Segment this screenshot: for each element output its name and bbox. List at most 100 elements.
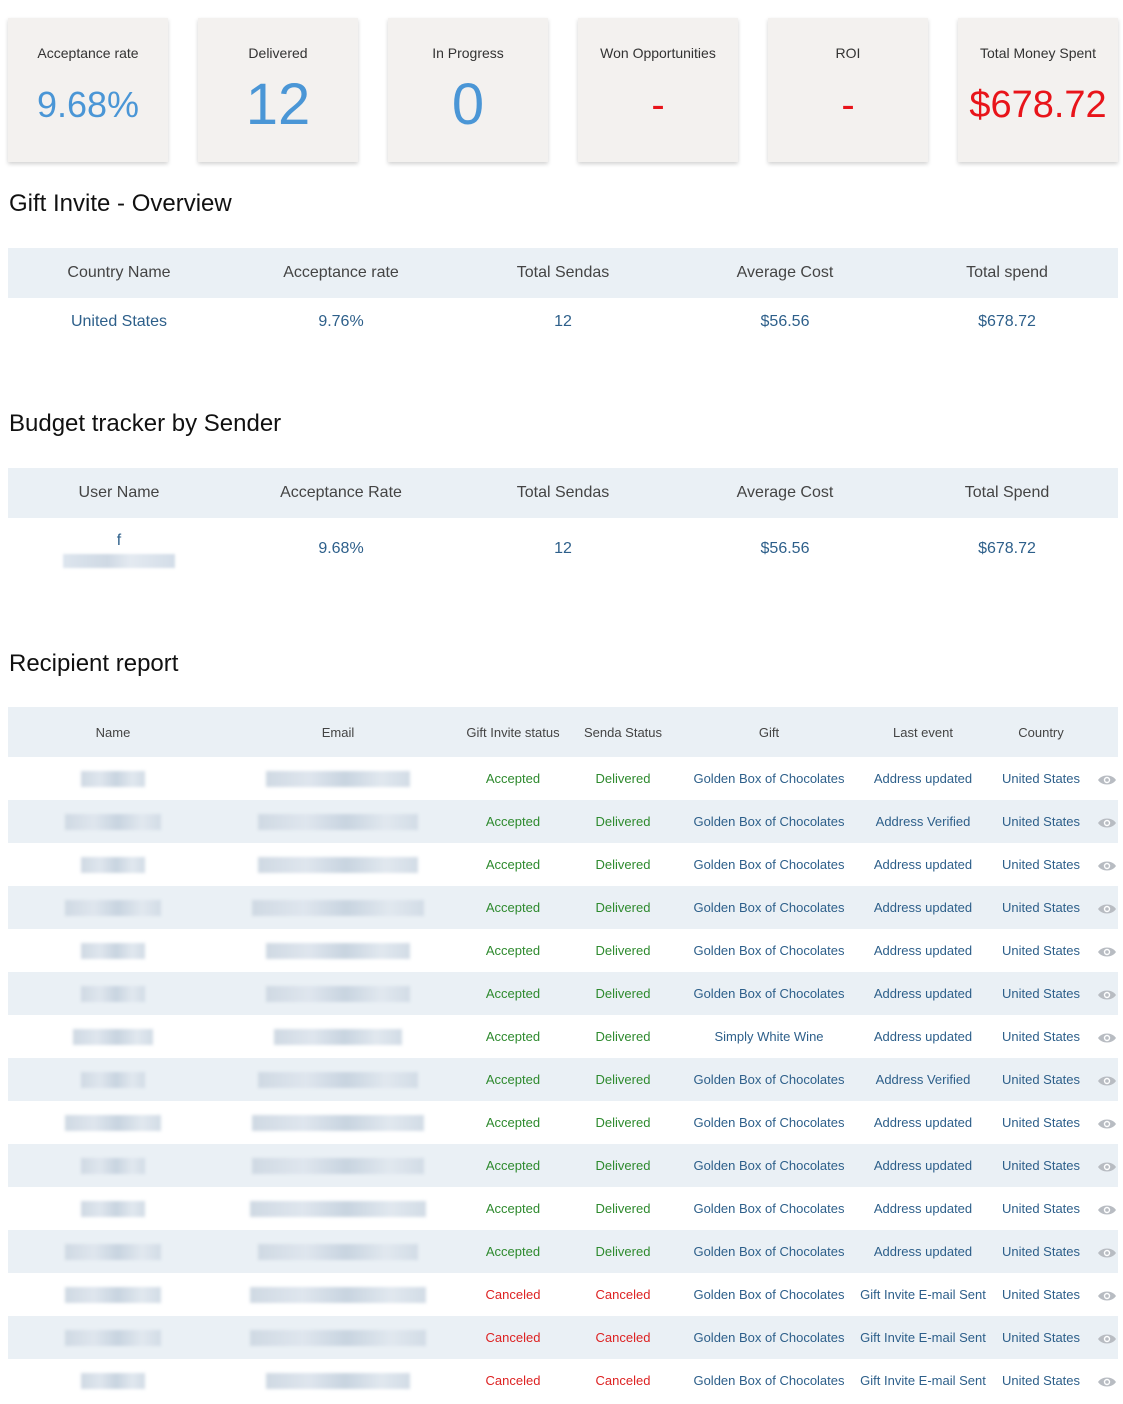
gift-cell[interactable]: Golden Box of Chocolates [678, 929, 860, 972]
table-row[interactable]: Accepted Delivered Golden Box of Chocolate… [8, 1144, 1118, 1187]
eye-icon[interactable] [1097, 1376, 1117, 1388]
column-header[interactable]: Acceptance Rate [230, 468, 452, 518]
recipient-name-cell[interactable] [8, 972, 218, 1015]
column-header[interactable]: Gift Invite status [458, 707, 568, 757]
recipient-email-cell[interactable] [218, 843, 458, 886]
column-header[interactable]: Acceptance rate [230, 248, 452, 298]
column-header[interactable]: Senda Status [568, 707, 678, 757]
view-action-cell[interactable] [1096, 972, 1118, 1015]
recipient-email-cell[interactable] [218, 1273, 458, 1316]
recipient-name-cell[interactable] [8, 1144, 218, 1187]
view-action-cell[interactable] [1096, 843, 1118, 886]
recipient-name-cell[interactable] [8, 1359, 218, 1402]
view-action-cell[interactable] [1096, 1101, 1118, 1144]
table-row[interactable]: Accepted Delivered Golden Box of Chocolate… [8, 1230, 1118, 1273]
gift-cell[interactable]: Simply White Wine [678, 1015, 860, 1058]
gift-cell[interactable]: Golden Box of Chocolates [678, 800, 860, 843]
view-action-cell[interactable] [1096, 1230, 1118, 1273]
view-action-cell[interactable] [1096, 1058, 1118, 1101]
column-header[interactable]: Average Cost [674, 248, 896, 298]
gift-cell[interactable]: Golden Box of Chocolates [678, 1273, 860, 1316]
gift-cell[interactable]: Golden Box of Chocolates [678, 1230, 860, 1273]
gift-cell[interactable]: Golden Box of Chocolates [678, 1187, 860, 1230]
user-name[interactable]: f [117, 532, 121, 549]
view-action-cell[interactable] [1096, 757, 1118, 800]
gift-cell[interactable]: Golden Box of Chocolates [678, 1058, 860, 1101]
table-row[interactable]: Accepted Delivered Golden Box of Chocolate… [8, 1058, 1118, 1101]
eye-icon[interactable] [1097, 1204, 1117, 1216]
column-header[interactable]: Total spend [896, 248, 1118, 298]
gift-cell[interactable]: Golden Box of Chocolates [678, 1316, 860, 1359]
column-header[interactable]: Country Name [8, 248, 230, 298]
column-header[interactable]: Total Spend [896, 468, 1118, 518]
eye-icon[interactable] [1097, 1333, 1117, 1345]
column-header[interactable]: Total Sendas [452, 248, 674, 298]
view-action-cell[interactable] [1096, 886, 1118, 929]
recipient-name-cell[interactable] [8, 843, 218, 886]
recipient-email-cell[interactable] [218, 1058, 458, 1101]
table-row[interactable]: Accepted Delivered Golden Box of Chocolate… [8, 1101, 1118, 1144]
eye-icon[interactable] [1097, 1118, 1117, 1130]
recipient-email-cell[interactable] [218, 1230, 458, 1273]
recipient-email-cell[interactable] [218, 1316, 458, 1359]
table-row[interactable]: Accepted Delivered Golden Box of Chocolate… [8, 886, 1118, 929]
column-header[interactable]: Last event [860, 707, 986, 757]
eye-icon[interactable] [1097, 774, 1117, 786]
recipient-name-cell[interactable] [8, 1316, 218, 1359]
gift-cell[interactable]: Golden Box of Chocolates [678, 843, 860, 886]
recipient-email-cell[interactable] [218, 1144, 458, 1187]
recipient-name-cell[interactable] [8, 1015, 218, 1058]
table-row[interactable]: Accepted Delivered Golden Box of Chocolate… [8, 1187, 1118, 1230]
recipient-email-cell[interactable] [218, 1015, 458, 1058]
eye-icon[interactable] [1097, 817, 1117, 829]
recipient-email-cell[interactable] [218, 1101, 458, 1144]
recipient-name-cell[interactable] [8, 1230, 218, 1273]
view-action-cell[interactable] [1096, 800, 1118, 843]
gift-cell[interactable]: Golden Box of Chocolates [678, 1144, 860, 1187]
view-action-cell[interactable] [1096, 1187, 1118, 1230]
table-row[interactable]: Accepted Delivered Golden Box of Chocolate… [8, 757, 1118, 800]
eye-icon[interactable] [1097, 903, 1117, 915]
recipient-name-cell[interactable] [8, 886, 218, 929]
recipient-email-cell[interactable] [218, 929, 458, 972]
recipient-email-cell[interactable] [218, 886, 458, 929]
eye-icon[interactable] [1097, 1290, 1117, 1302]
country-name-cell[interactable]: United States [8, 298, 230, 346]
eye-icon[interactable] [1097, 946, 1117, 958]
column-header[interactable]: Name [8, 707, 218, 757]
eye-icon[interactable] [1097, 1032, 1117, 1044]
view-action-cell[interactable] [1096, 929, 1118, 972]
eye-icon[interactable] [1097, 1247, 1117, 1259]
recipient-name-cell[interactable] [8, 1101, 218, 1144]
column-header[interactable]: Average Cost [674, 468, 896, 518]
eye-icon[interactable] [1097, 989, 1117, 1001]
table-row[interactable]: Canceled Canceled Golden Box of Chocolates… [8, 1359, 1118, 1402]
table-row[interactable]: Accepted Delivered Golden Box of Chocolate… [8, 972, 1118, 1015]
gift-cell[interactable]: Golden Box of Chocolates [678, 757, 860, 800]
table-row[interactable]: Canceled Canceled Golden Box of Chocolates… [8, 1316, 1118, 1359]
view-action-cell[interactable] [1096, 1316, 1118, 1359]
column-header[interactable]: Country [986, 707, 1096, 757]
recipient-name-cell[interactable] [8, 929, 218, 972]
gift-cell[interactable]: Golden Box of Chocolates [678, 1101, 860, 1144]
recipient-email-cell[interactable] [218, 1359, 458, 1402]
gift-cell[interactable]: Golden Box of Chocolates [678, 1359, 860, 1402]
table-row[interactable]: Accepted Delivered Simply White Wine Addres… [8, 1015, 1118, 1058]
view-action-cell[interactable] [1096, 1359, 1118, 1402]
view-action-cell[interactable] [1096, 1015, 1118, 1058]
recipient-name-cell[interactable] [8, 757, 218, 800]
table-row[interactable]: Canceled Canceled Golden Box of Chocolates… [8, 1273, 1118, 1316]
gift-cell[interactable]: Golden Box of Chocolates [678, 972, 860, 1015]
recipient-email-cell[interactable] [218, 800, 458, 843]
column-header[interactable]: Total Sendas [452, 468, 674, 518]
column-header[interactable]: Email [218, 707, 458, 757]
recipient-email-cell[interactable] [218, 757, 458, 800]
table-row[interactable]: Accepted Delivered Golden Box of Chocolate… [8, 843, 1118, 886]
view-action-cell[interactable] [1096, 1144, 1118, 1187]
eye-icon[interactable] [1097, 1075, 1117, 1087]
recipient-name-cell[interactable] [8, 1187, 218, 1230]
table-row[interactable]: Accepted Delivered Golden Box of Chocolate… [8, 800, 1118, 843]
column-header[interactable]: User Name [8, 468, 230, 518]
recipient-email-cell[interactable] [218, 972, 458, 1015]
recipient-name-cell[interactable] [8, 800, 218, 843]
